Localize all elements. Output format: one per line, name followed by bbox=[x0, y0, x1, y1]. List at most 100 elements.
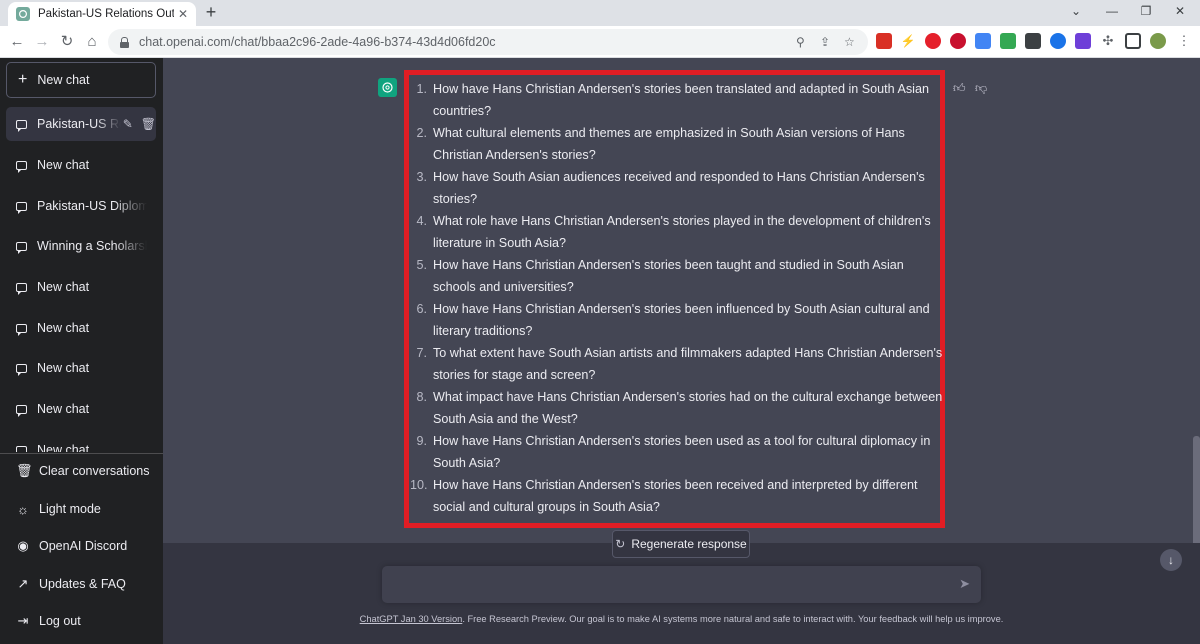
lock-icon bbox=[120, 36, 129, 48]
conversation-label: New chat bbox=[37, 280, 90, 294]
clear-conversations-button[interactable]: 🗑 Clear conversations bbox=[6, 454, 156, 488]
list-item: 8. What impact have Hans Christian Anders… bbox=[416, 390, 943, 426]
side-panel-icon[interactable] bbox=[1125, 33, 1141, 49]
minimize-icon[interactable]: — bbox=[1104, 4, 1120, 18]
list-item: 1. How have Hans Christian Andersen's sto… bbox=[416, 82, 929, 118]
conversation-label: New chat bbox=[37, 321, 90, 335]
chat-bubble-icon bbox=[16, 119, 27, 132]
message-input[interactable] bbox=[382, 566, 942, 603]
conversation-item[interactable]: New chat bbox=[6, 392, 156, 426]
extensions-puzzle-icon[interactable]: ✣ bbox=[1100, 33, 1116, 49]
light-mode-button[interactable]: ☼ Light mode bbox=[6, 492, 156, 526]
updates-faq-label: Updates & FAQ bbox=[39, 577, 126, 591]
url-text: chat.openai.com/chat/bbaa2c96-2ade-4a96-… bbox=[139, 35, 496, 49]
opera-extension-icon[interactable] bbox=[925, 33, 941, 49]
external-link-icon: ↗ bbox=[17, 576, 29, 591]
home-icon[interactable]: ⌂ bbox=[83, 33, 101, 51]
conversation-item[interactable]: New chat bbox=[6, 351, 156, 385]
trash-icon[interactable]: 🗑 bbox=[141, 117, 156, 131]
chat-main: 1. How have Hans Christian Andersen's sto… bbox=[163, 58, 1200, 644]
new-chat-button[interactable]: + New chat bbox=[6, 62, 156, 98]
chat-bubble-icon bbox=[16, 323, 27, 336]
chat-bubble-icon bbox=[16, 160, 27, 173]
browser-tab-strip: Pakistan-US Relations Outline ✕ + ⌄ — ❐ … bbox=[0, 0, 1200, 26]
drive-extension-icon[interactable] bbox=[1000, 33, 1016, 49]
conversation-label: New chat bbox=[37, 158, 90, 172]
chat-bubble-icon bbox=[16, 282, 27, 295]
extension-red-icon[interactable] bbox=[876, 33, 892, 49]
forward-icon[interactable]: → bbox=[33, 33, 51, 51]
conversation-item[interactable]: New chat bbox=[6, 433, 156, 452]
browser-tab[interactable]: Pakistan-US Relations Outline ✕ bbox=[8, 2, 196, 26]
maximize-icon[interactable]: ❐ bbox=[1138, 4, 1154, 18]
media-extension-icon[interactable] bbox=[1025, 33, 1041, 49]
chatgpt-avatar-icon bbox=[378, 78, 397, 97]
log-out-label: Log out bbox=[39, 614, 81, 628]
address-bar[interactable]: chat.openai.com/chat/bbaa2c96-2ade-4a96-… bbox=[108, 29, 868, 55]
openai-discord-label: OpenAI Discord bbox=[39, 539, 128, 553]
conversation-item[interactable]: New chat bbox=[6, 148, 156, 182]
conversation-label: Winning a Scholarship bbox=[37, 239, 147, 253]
list-item: 9. How have Hans Christian Andersen's sto… bbox=[416, 434, 931, 470]
close-tab-icon[interactable]: ✕ bbox=[178, 7, 188, 21]
light-mode-label: Light mode bbox=[39, 502, 101, 516]
share-icon[interactable]: ⇪ bbox=[820, 35, 830, 49]
plus-icon: + bbox=[18, 71, 28, 88]
chat-bubble-icon bbox=[16, 201, 27, 214]
list-item: 3. How have South Asian audiences receive… bbox=[416, 170, 925, 206]
profile-avatar[interactable] bbox=[1150, 33, 1166, 49]
purple-extension-icon[interactable] bbox=[1075, 33, 1091, 49]
reload-icon[interactable]: ↻ bbox=[58, 33, 76, 51]
browser-toolbar: ← → ↻ ⌂ chat.openai.com/chat/bbaa2c96-2a… bbox=[0, 26, 1200, 58]
updates-faq-link[interactable]: ↗ Updates & FAQ bbox=[6, 567, 156, 601]
conversation-label: Pakistan-US Diplomati bbox=[37, 199, 147, 213]
back-icon[interactable]: ← bbox=[8, 33, 26, 51]
log-out-button[interactable]: ⇥ Log out bbox=[6, 604, 156, 638]
close-window-icon[interactable]: ✕ bbox=[1172, 4, 1188, 18]
footer-text: . Free Research Preview. Our goal is to … bbox=[462, 614, 1004, 624]
conversation-label: New chat bbox=[37, 443, 90, 452]
list-item: 10. How have Hans Christian Andersen's st… bbox=[410, 478, 918, 514]
thumbs-down-icon[interactable]: 👎︎ bbox=[975, 81, 987, 96]
conversation-item-active[interactable]: Pakistan-US Re ✎ 🗑 bbox=[6, 107, 156, 141]
adblock-icon[interactable] bbox=[950, 33, 966, 49]
bookmark-star-icon[interactable]: ☆ bbox=[844, 35, 855, 49]
chat-bubble-icon bbox=[16, 363, 27, 376]
footer-disclaimer: ChatGPT Jan 30 Version. Free Research Pr… bbox=[163, 614, 1200, 624]
chat-bubble-icon bbox=[16, 445, 27, 452]
zoom-icon[interactable]: ⚲ bbox=[796, 35, 805, 49]
list-item: 7. To what extent have South Asian artist… bbox=[416, 346, 943, 382]
docs-extension-icon[interactable] bbox=[975, 33, 991, 49]
extension-bolt-icon[interactable]: ⚡ bbox=[900, 33, 916, 49]
send-icon[interactable]: ➤ bbox=[959, 576, 970, 592]
scroll-down-arrow-icon[interactable]: ↓ bbox=[1160, 549, 1182, 571]
new-tab-icon[interactable]: + bbox=[202, 3, 220, 21]
chat-bubble-icon bbox=[16, 404, 27, 417]
list-item: 4. What role have Hans Christian Andersen… bbox=[416, 214, 931, 250]
blue-extension-icon[interactable] bbox=[1050, 33, 1066, 49]
conversation-item[interactable]: Winning a Scholarship bbox=[6, 229, 156, 263]
openai-favicon-icon bbox=[16, 7, 30, 21]
edit-pencil-icon[interactable]: ✎ bbox=[123, 117, 133, 131]
openai-discord-link[interactable]: ◉ OpenAI Discord bbox=[6, 529, 156, 563]
log-out-icon: ⇥ bbox=[17, 613, 29, 628]
list-item: 2. What cultural elements and themes are … bbox=[416, 126, 905, 162]
regenerate-response-button[interactable]: ↻ Regenerate response bbox=[612, 530, 750, 558]
conversation-item[interactable]: New chat bbox=[6, 311, 156, 345]
thumbs-up-icon[interactable]: 👍︎ bbox=[953, 81, 966, 96]
new-chat-label: New chat bbox=[37, 73, 90, 87]
clear-conversations-label: Clear conversations bbox=[39, 464, 150, 478]
tab-search-icon[interactable]: ⌄ bbox=[1068, 4, 1084, 18]
version-link[interactable]: ChatGPT Jan 30 Version bbox=[360, 614, 463, 624]
scrollbar-thumb[interactable] bbox=[1193, 436, 1200, 551]
list-item: 6. How have Hans Christian Andersen's sto… bbox=[416, 302, 930, 338]
regenerate-label: Regenerate response bbox=[631, 537, 747, 551]
conversation-list[interactable]: Pakistan-US Re ✎ 🗑 New chat Pakistan-US … bbox=[0, 107, 163, 452]
response-question-list: 1. How have Hans Christian Andersen's sto… bbox=[410, 78, 950, 518]
conversation-item[interactable]: New chat bbox=[6, 270, 156, 304]
message-input-box[interactable]: ➤ bbox=[382, 566, 981, 603]
trash-icon: 🗑 bbox=[16, 463, 33, 478]
browser-menu-icon[interactable]: ⋮ bbox=[1176, 33, 1192, 49]
conversation-item[interactable]: Pakistan-US Diplomati bbox=[6, 189, 156, 223]
list-item: 5. How have Hans Christian Andersen's sto… bbox=[416, 258, 904, 294]
